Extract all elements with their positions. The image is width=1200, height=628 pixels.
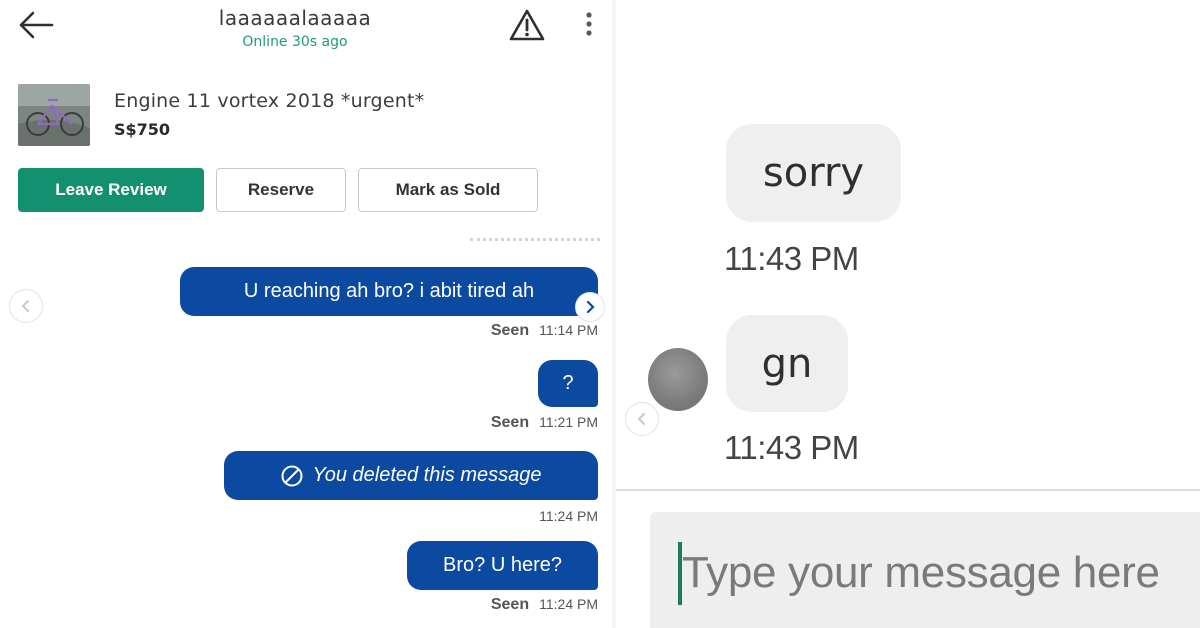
message-bubble[interactable]: Bro? U here?: [407, 541, 598, 590]
composer-divider: [616, 489, 1200, 491]
seen-label: Seen: [490, 596, 530, 613]
received-message-bubble[interactable]: gn: [726, 315, 848, 412]
more-options-icon[interactable]: [578, 10, 600, 40]
message-meta: Seen 11:14 PM: [491, 322, 598, 340]
message-time: 11:43 PM: [724, 240, 859, 277]
carousel-next-button[interactable]: [575, 292, 605, 322]
message-time: 11:21 PM: [539, 414, 598, 430]
listing-title[interactable]: Engine 11 vortex 2018 *urgent*: [114, 90, 424, 112]
back-arrow-icon[interactable]: [18, 10, 56, 40]
deleted-message-bubble[interactable]: You deleted this message: [224, 451, 598, 500]
right-chat-screenshot: sorry 11:43 PM gn 11:43 PM Type your mes…: [616, 0, 1200, 628]
listing-price: S$750: [114, 120, 171, 139]
reserve-button[interactable]: Reserve: [216, 168, 346, 212]
leave-review-button[interactable]: Leave Review: [18, 168, 204, 212]
message-time: 11:43 PM: [724, 429, 859, 466]
message-time: 11:24 PM: [539, 596, 598, 612]
received-message-bubble[interactable]: sorry: [726, 124, 901, 222]
seen-label: Seen: [490, 414, 530, 431]
message-time: 11:14 PM: [539, 322, 598, 338]
online-status: Online 30s ago: [242, 34, 348, 50]
message-time: 11:24 PM: [539, 508, 598, 524]
mark-as-sold-button[interactable]: Mark as Sold: [358, 168, 538, 212]
scrolled-message-remnant: [470, 238, 600, 244]
carousel-prev-button[interactable]: [625, 402, 659, 436]
carousel-prev-button[interactable]: [9, 289, 43, 323]
seen-label: Seen: [490, 322, 530, 339]
message-meta: 11:24 PM: [539, 508, 598, 524]
message-bubble[interactable]: ?: [538, 360, 598, 407]
message-input-placeholder: Type your message here: [682, 548, 1160, 597]
chat-partner-name[interactable]: laaaaaalaaaaa: [180, 6, 410, 30]
message-meta: Seen 11:24 PM: [491, 596, 598, 614]
deleted-message-text: You deleted this message: [312, 464, 542, 486]
message-bubble[interactable]: U reaching ah bro? i abit tired ah: [180, 267, 598, 316]
left-chat-screenshot: laaaaaalaaaaa Online 30s ago Engine 11 v…: [0, 0, 612, 628]
listing-thumbnail[interactable]: [18, 84, 90, 146]
deleted-icon: [280, 464, 304, 488]
message-meta: Seen 11:21 PM: [491, 414, 598, 432]
message-input[interactable]: Type your message here: [650, 512, 1200, 628]
report-warning-icon[interactable]: [508, 8, 546, 42]
avatar[interactable]: [648, 348, 708, 411]
